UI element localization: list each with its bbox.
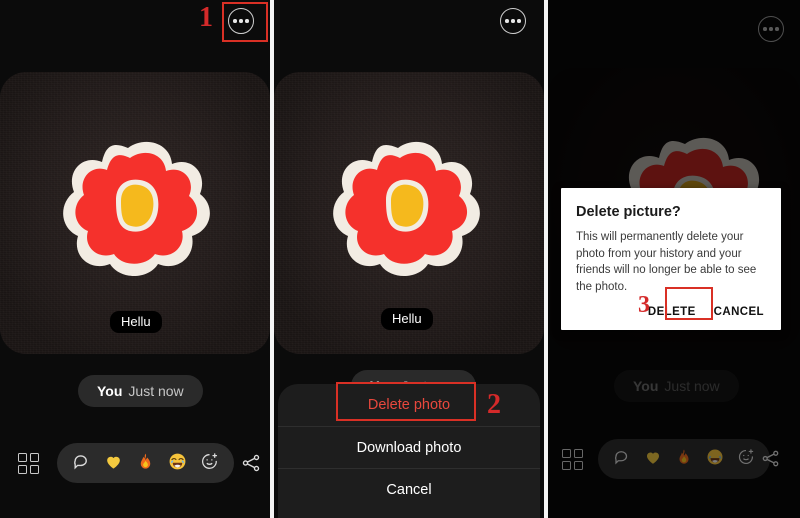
panel-divider (544, 0, 548, 518)
panel1-topbar (0, 0, 270, 58)
yellow-heart-emoji[interactable] (104, 452, 123, 475)
dialog-title: Delete picture? (576, 204, 681, 220)
add-reaction-icon[interactable] (200, 452, 219, 475)
author-name: You (97, 383, 123, 399)
joy-emoji[interactable] (168, 452, 187, 475)
more-options-icon[interactable] (228, 8, 254, 34)
timestamp: Just now (128, 383, 184, 399)
tutorial-screenshot: Hellu You Just now Hellu Delete photo Do… (0, 0, 800, 518)
grid-icon (562, 449, 583, 470)
sheet-item-cancel[interactable]: Cancel (278, 468, 540, 510)
grid-icon[interactable] (18, 453, 39, 474)
step-2-number: 2 (487, 389, 501, 420)
yellow-heart-emoji (644, 448, 662, 470)
delete-button[interactable]: DELETE (648, 306, 696, 318)
dialog-actions: DELETE CANCEL (576, 296, 766, 324)
dialog-message: This will permanently delete your photo … (576, 231, 757, 294)
fire-emoji (675, 448, 693, 470)
red-flower-sticker (56, 128, 216, 288)
add-reaction-icon (737, 448, 755, 470)
chat-bubble-icon (613, 448, 631, 470)
reaction-bar (598, 439, 770, 479)
delete-confirmation-dialog: Delete picture? This will permanently de… (561, 188, 781, 330)
sheet-item-download-photo[interactable]: Download photo (278, 426, 540, 468)
panel-step-1: Hellu You Just now (0, 0, 270, 518)
chat-bubble-icon[interactable] (72, 452, 91, 475)
panel1-bottom-bar (0, 442, 270, 484)
red-flower-sticker (326, 128, 486, 288)
cancel-button[interactable]: CANCEL (714, 306, 764, 318)
step-3-number: 3 (638, 292, 650, 318)
panel3-bottom-bar (548, 438, 800, 480)
step-1-number: 1 (199, 2, 213, 33)
fire-emoji[interactable] (136, 452, 155, 475)
panel-divider (270, 0, 274, 518)
reaction-bar[interactable] (57, 443, 234, 483)
panel2-topbar (274, 0, 544, 58)
author-meta-pill[interactable]: You Just now (78, 375, 203, 407)
share-icon[interactable] (240, 452, 262, 474)
more-options-icon[interactable] (500, 8, 526, 34)
share-icon (760, 448, 782, 470)
photo-caption: Hellu (381, 308, 433, 330)
joy-emoji (706, 448, 724, 470)
photo-caption: Hellu (110, 311, 162, 333)
